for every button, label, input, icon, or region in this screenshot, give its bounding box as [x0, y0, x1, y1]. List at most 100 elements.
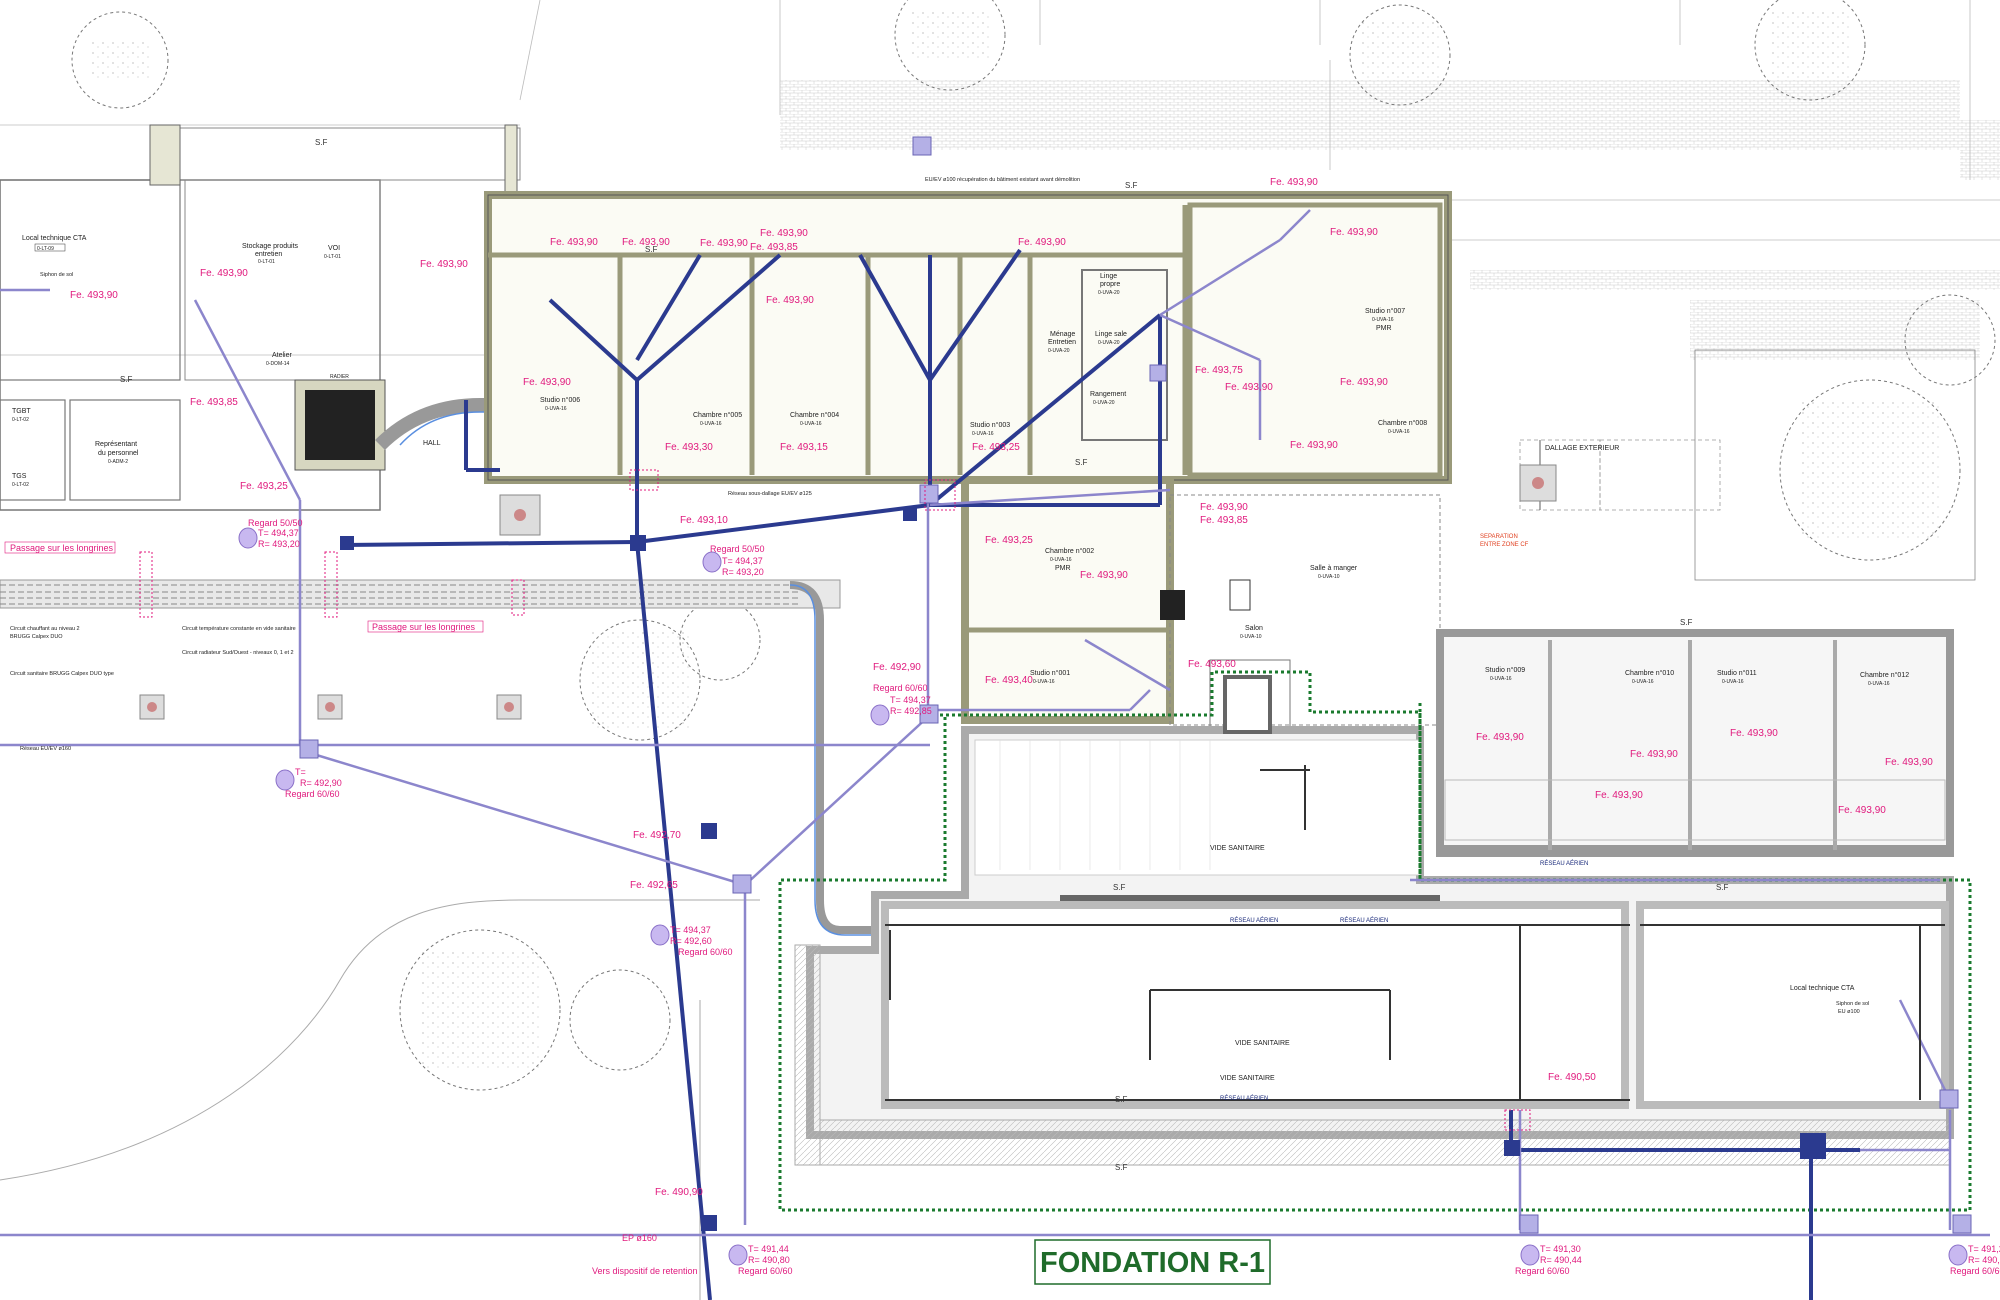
svg-text:Regard 50/50: Regard 50/50	[248, 518, 303, 528]
svg-text:0-ADM-2: 0-ADM-2	[108, 459, 128, 465]
svg-text:0-UVA-10: 0-UVA-10	[1240, 634, 1262, 640]
svg-text:BRUGG Calpex DUO: BRUGG Calpex DUO	[10, 634, 63, 640]
svg-text:0-UVA-20: 0-UVA-20	[1098, 340, 1120, 346]
svg-text:EU ø100: EU ø100	[1838, 1009, 1860, 1015]
svg-text:0-LT-02: 0-LT-02	[12, 417, 29, 423]
svg-text:entretien: entretien	[255, 251, 282, 258]
svg-text:Fe. 493,90: Fe. 493,90	[1838, 805, 1886, 816]
svg-text:RÉSEAU AÉRIEN: RÉSEAU AÉRIEN	[1540, 860, 1588, 867]
svg-text:S.F: S.F	[1680, 618, 1693, 627]
svg-text:Ménage: Ménage	[1050, 331, 1075, 338]
svg-text:Circuit chauffant au niveau 2: Circuit chauffant au niveau 2	[10, 626, 80, 632]
svg-text:Local technique CTA: Local technique CTA	[22, 235, 87, 242]
svg-text:VIDE SANITAIRE: VIDE SANITAIRE	[1235, 1040, 1290, 1047]
svg-text:Vers dispositif de retention: Vers dispositif de retention	[592, 1266, 698, 1276]
svg-text:Réseau EU/EV ø160: Réseau EU/EV ø160	[20, 746, 71, 752]
svg-text:Regard 60/60: Regard 60/60	[678, 947, 733, 957]
page-title: FONDATION R-1	[1040, 1247, 1265, 1279]
svg-text:R= 492,90: R= 492,90	[300, 778, 342, 788]
svg-text:0-UVA-16: 0-UVA-16	[1490, 676, 1512, 682]
svg-text:Studio n°001: Studio n°001	[1030, 669, 1070, 677]
svg-text:du personnel: du personnel	[98, 450, 139, 457]
room-local-technique-cta-1: Local technique CTA 0-LT-09	[22, 235, 87, 252]
svg-text:Regard 50/50: Regard 50/50	[710, 544, 765, 554]
svg-text:0-UVA-20: 0-UVA-20	[1093, 400, 1115, 406]
svg-text:Passage sur les longrines: Passage sur les longrines	[372, 622, 476, 632]
svg-text:Fe. 493,60: Fe. 493,60	[1188, 659, 1236, 670]
svg-text:T=: T=	[295, 767, 306, 777]
svg-text:Regard 60/60: Regard 60/60	[285, 789, 340, 799]
svg-text:0-UVA-16: 0-UVA-16	[1722, 679, 1744, 685]
svg-text:Chambre n°008: Chambre n°008	[1378, 419, 1427, 427]
svg-text:Fe. 493,90: Fe. 493,90	[1018, 237, 1066, 248]
svg-text:Atelier: Atelier	[272, 352, 293, 359]
svg-text:Circuit sanitaire BRUGG Calpex: Circuit sanitaire BRUGG Calpex DUO type	[10, 671, 114, 677]
svg-text:Réseau sous-dallage EU/EV ø125: Réseau sous-dallage EU/EV ø125	[728, 491, 812, 497]
svg-text:Fe. 493,90: Fe. 493,90	[1330, 227, 1378, 238]
svg-text:Fe. 493,90: Fe. 493,90	[70, 290, 118, 301]
svg-text:Fe. 493,90: Fe. 493,90	[1290, 440, 1338, 451]
room-atelier: Atelier 0-DOM-14	[266, 352, 293, 367]
svg-text:0-DOM-14: 0-DOM-14	[266, 361, 290, 367]
svg-text:Studio n°007: Studio n°007	[1365, 307, 1405, 315]
svg-text:Représentant: Représentant	[95, 441, 137, 448]
svg-text:Fe. 493,90: Fe. 493,90	[1595, 790, 1643, 801]
svg-text:Fe. 492,65: Fe. 492,65	[630, 880, 678, 891]
svg-text:RÉSEAU AÉRIEN: RÉSEAU AÉRIEN	[1220, 1095, 1268, 1102]
svg-text:Fe. 493,90: Fe. 493,90	[760, 228, 808, 239]
svg-text:Stockage produits: Stockage produits	[242, 243, 299, 250]
svg-text:0-UVA-16: 0-UVA-16	[700, 421, 722, 427]
svg-text:T= 491,20: T= 491,20	[1968, 1244, 2000, 1254]
svg-text:Studio n°003: Studio n°003	[970, 421, 1010, 429]
svg-text:T= 494,37: T= 494,37	[722, 556, 763, 566]
svg-text:T= 491,44: T= 491,44	[748, 1244, 789, 1254]
svg-text:Fe. 493,90: Fe. 493,90	[1630, 749, 1678, 760]
svg-text:Fe. 493,85: Fe. 493,85	[750, 242, 798, 253]
svg-text:EU/EV ø100 récupération du bât: EU/EV ø100 récupération du bâtiment exis…	[925, 177, 1080, 183]
svg-text:0-LT-01: 0-LT-01	[324, 254, 341, 260]
svg-text:R= 493,20: R= 493,20	[722, 567, 764, 577]
svg-text:Fe. 493,90: Fe. 493,90	[420, 259, 468, 270]
svg-text:Salon: Salon	[1245, 625, 1263, 632]
svg-text:TGS: TGS	[12, 473, 27, 480]
svg-text:T= 494,37: T= 494,37	[258, 528, 299, 538]
room-tgbt: TGBT 0-LT-02	[12, 408, 31, 423]
svg-text:Fe. 493,85: Fe. 493,85	[1200, 515, 1248, 526]
room-tgs: TGS 0-LT-02	[12, 473, 29, 488]
svg-text:Regard 60/60: Regard 60/60	[1950, 1266, 2000, 1276]
svg-text:Circuit radiateur Sud/Ouest -: Circuit radiateur Sud/Ouest - niveaux 0,…	[182, 650, 294, 656]
svg-text:RÉSEAU AÉRIEN: RÉSEAU AÉRIEN	[1230, 917, 1278, 924]
svg-text:Chambre n°005: Chambre n°005	[693, 411, 742, 419]
svg-text:0-UVA-16: 0-UVA-16	[545, 406, 567, 412]
svg-text:VOI: VOI	[328, 245, 340, 252]
svg-text:S.F: S.F	[120, 375, 133, 384]
svg-text:0-UVA-16: 0-UVA-16	[1372, 317, 1394, 323]
svg-text:Fe. 493,90: Fe. 493,90	[1476, 732, 1524, 743]
svg-text:HALL: HALL	[423, 440, 441, 447]
svg-text:R= 493,20: R= 493,20	[258, 539, 300, 549]
svg-text:0-UVA-10: 0-UVA-10	[1318, 574, 1340, 580]
svg-text:R= 492,85: R= 492,85	[890, 706, 932, 716]
svg-text:Fe. 493,90: Fe. 493,90	[1200, 502, 1248, 513]
svg-text:Passage sur les longrines: Passage sur les longrines	[10, 543, 114, 553]
svg-text:PMR: PMR	[1055, 565, 1071, 572]
svg-text:Fe. 490,50: Fe. 490,50	[1548, 1072, 1596, 1083]
room-voi: VOI 0-LT-01	[324, 245, 341, 260]
svg-text:Fe. 493,90: Fe. 493,90	[766, 295, 814, 306]
svg-text:Fe. 490,90: Fe. 490,90	[655, 1187, 703, 1198]
svg-text:0-UVA-20: 0-UVA-20	[1098, 290, 1120, 296]
svg-text:R= 490,50: R= 490,50	[1968, 1255, 2000, 1265]
svg-text:T= 491,30: T= 491,30	[1540, 1244, 1581, 1254]
svg-text:Chambre n°010: Chambre n°010	[1625, 669, 1674, 677]
svg-text:0-UVA-16: 0-UVA-16	[1868, 681, 1890, 687]
svg-text:Fe. 493,90: Fe. 493,90	[1730, 728, 1778, 739]
svg-text:0-LT-01: 0-LT-01	[258, 259, 275, 265]
svg-text:R= 490,44: R= 490,44	[1540, 1255, 1582, 1265]
svg-text:S.F: S.F	[1115, 1163, 1128, 1172]
svg-text:Siphon de sol: Siphon de sol	[1836, 1001, 1869, 1007]
svg-text:Fe. 493,90: Fe. 493,90	[1885, 757, 1933, 768]
svg-text:Fe. 493,15: Fe. 493,15	[780, 442, 828, 453]
svg-text:S.F: S.F	[1075, 458, 1088, 467]
svg-text:Regard 60/60: Regard 60/60	[873, 683, 928, 693]
svg-text:Fe. 493,10: Fe. 493,10	[680, 515, 728, 526]
